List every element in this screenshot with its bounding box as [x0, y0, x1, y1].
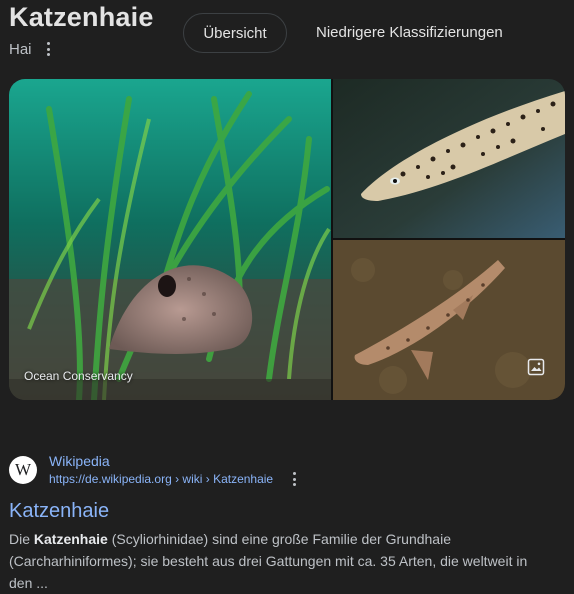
snippet-bold: Katzenhaie [33, 531, 108, 547]
shark-image-sandy-floor[interactable] [333, 240, 565, 400]
source-text: Wikipedia https://de.wikipedia.org › wik… [49, 452, 301, 488]
image-icon[interactable] [527, 358, 545, 376]
result-snippet: Die Katzenhaie (Scyliorhinidae) sind ein… [9, 528, 554, 594]
entity-header: Katzenhaie Hai Übersicht Niedrigere Klas… [9, 0, 574, 72]
result-site-name[interactable]: Wikipedia [49, 452, 301, 470]
result-url[interactable]: https://de.wikipedia.org › wiki › Katzen… [49, 471, 273, 487]
tab-overview[interactable]: Übersicht [183, 13, 287, 53]
result-title-link[interactable]: Katzenhaie [9, 498, 565, 524]
result-source: W Wikipedia https://de.wikipedia.org › w… [9, 450, 565, 490]
search-result: W Wikipedia https://de.wikipedia.org › w… [9, 450, 565, 594]
image-credit: Ocean Conservancy [24, 369, 133, 383]
snippet-prefix: Die [9, 531, 34, 547]
url-row: https://de.wikipedia.org › wiki › Katzen… [49, 470, 301, 488]
image-gallery: Ocean Conservancy [9, 79, 565, 400]
entity-subtitle: Hai [9, 40, 32, 58]
entity-title: Katzenhaie [9, 2, 154, 32]
result-more-options-icon[interactable] [287, 470, 301, 488]
shark-image-spotted-head[interactable] [333, 79, 565, 238]
more-options-icon[interactable] [42, 40, 56, 58]
subtitle-row: Hai [9, 40, 56, 58]
wikipedia-icon[interactable]: W [9, 456, 37, 484]
tab-lower-classifications[interactable]: Niedrigere Klassifizierungen [316, 13, 503, 53]
shark-image-seagrass[interactable]: Ocean Conservancy [9, 79, 331, 400]
